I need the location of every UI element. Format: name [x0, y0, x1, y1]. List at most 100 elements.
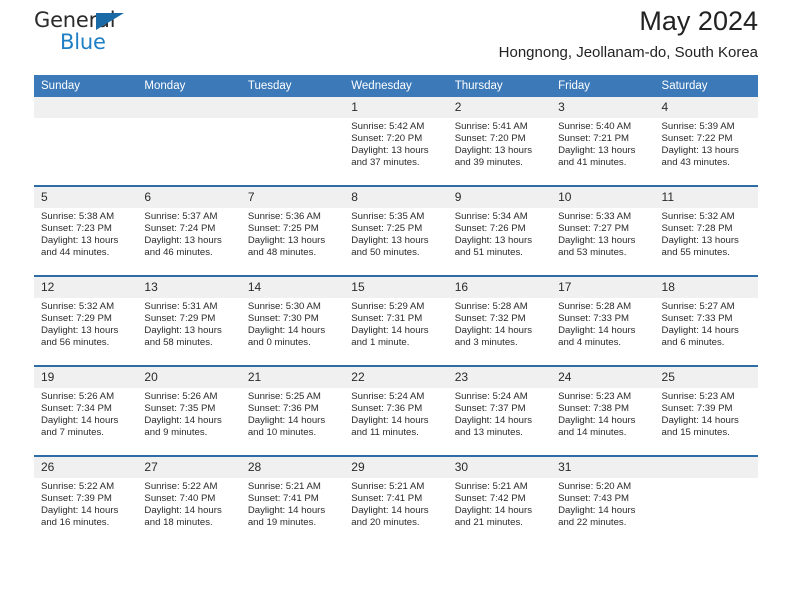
daylight-duration-line1: Daylight: 14 hours: [144, 415, 222, 427]
calendar-day-cell[interactable]: 12 Sunrise: 5:32 AM Sunset: 7:29 PM Dayligh…: [34, 276, 138, 366]
calendar-day-cell[interactable]: 11 Sunrise: 5:32 AM Sunset: 7:28 PM Dayligh…: [654, 186, 758, 276]
sunset-time: Sunset: 7:33 PM: [558, 313, 630, 325]
sunset-time: Sunset: 7:37 PM: [454, 403, 526, 415]
sunrise-time: Sunrise: 5:39 AM: [661, 121, 735, 132]
calendar-day-cell[interactable]: 28 Sunrise: 5:21 AM Sunset: 7:41 PM Dayligh…: [240, 456, 345, 545]
calendar-day-cell[interactable]: 31 Sunrise: 5:20 AM Sunset: 7:43 PM Dayligh…: [551, 456, 655, 545]
day-number: 22: [344, 367, 448, 388]
sunset-time: Sunset: 7:27 PM: [558, 223, 630, 235]
calendar-day-cell[interactable]: 3 Sunrise: 5:40 AM Sunset: 7:21 PM Daylight…: [551, 97, 655, 186]
sunrise-time: Sunrise: 5:26 AM: [41, 391, 115, 402]
day-number: 5: [34, 187, 138, 208]
day-number: 12: [34, 277, 138, 298]
day-sun-info: Sunrise: 5:23 AM Sunset: 7:38 PM Daylight:…: [551, 388, 654, 439]
calendar-day-cell[interactable]: 27 Sunrise: 5:22 AM Sunset: 7:40 PM Dayligh…: [137, 456, 241, 545]
calendar-day-cell[interactable]: 4 Sunrise: 5:39 AM Sunset: 7:22 PM Daylight…: [654, 97, 758, 186]
calendar-day-cell[interactable]: 24 Sunrise: 5:23 AM Sunset: 7:38 PM Dayligh…: [551, 366, 655, 456]
calendar-day-cell[interactable]: 5 Sunrise: 5:38 AM Sunset: 7:23 PM Daylight…: [34, 186, 138, 276]
day-sun-info: Sunrise: 5:21 AM Sunset: 7:41 PM Daylight:…: [241, 478, 344, 529]
day-sun-info: Sunrise: 5:28 AM Sunset: 7:33 PM Daylight:…: [551, 298, 654, 349]
day-number: 8: [344, 187, 448, 208]
sunrise-time: Sunrise: 5:21 AM: [454, 481, 528, 492]
calendar-day-cell[interactable]: 30 Sunrise: 5:21 AM Sunset: 7:42 PM Dayligh…: [447, 456, 552, 545]
day-number: 19: [34, 367, 138, 388]
day-sun-info: Sunrise: 5:26 AM Sunset: 7:35 PM Daylight:…: [137, 388, 240, 439]
daylight-duration-line2: and 41 minutes.: [558, 157, 627, 169]
calendar-day-cell[interactable]: 21 Sunrise: 5:25 AM Sunset: 7:36 PM Dayligh…: [240, 366, 345, 456]
sunrise-time: Sunrise: 5:35 AM: [351, 211, 425, 222]
day-number: 18: [654, 277, 758, 298]
day-sun-info: Sunrise: 5:26 AM Sunset: 7:34 PM Daylight:…: [34, 388, 137, 439]
calendar-week-row: 19 Sunrise: 5:26 AM Sunset: 7:34 PM Dayligh…: [34, 366, 758, 456]
calendar-day-cell[interactable]: 25 Sunrise: 5:23 AM Sunset: 7:39 PM Dayligh…: [654, 366, 758, 456]
sunrise-time: Sunrise: 5:38 AM: [41, 211, 115, 222]
sunset-time: Sunset: 7:38 PM: [558, 403, 630, 415]
weekday-header-tuesday: Tuesday: [240, 75, 345, 97]
day-number: 14: [240, 277, 345, 298]
day-sun-info: Sunrise: 5:22 AM Sunset: 7:40 PM Daylight:…: [137, 478, 240, 529]
calendar-day-cell[interactable]: 14 Sunrise: 5:30 AM Sunset: 7:30 PM Dayligh…: [240, 276, 345, 366]
daylight-duration-line1: Daylight: 14 hours: [454, 505, 533, 517]
daylight-duration-line1: Daylight: 14 hours: [558, 505, 636, 517]
calendar-day-cell[interactable]: 1 Sunrise: 5:42 AM Sunset: 7:20 PM Daylight…: [344, 97, 448, 186]
calendar-week-row: 12 Sunrise: 5:32 AM Sunset: 7:29 PM Dayligh…: [34, 276, 758, 366]
day-sun-info: Sunrise: 5:27 AM Sunset: 7:33 PM Daylight:…: [655, 298, 758, 349]
calendar-day-cell-empty: [137, 97, 241, 186]
sunset-time: Sunset: 7:39 PM: [41, 493, 112, 505]
calendar-day-cell[interactable]: 17 Sunrise: 5:28 AM Sunset: 7:33 PM Dayligh…: [551, 276, 655, 366]
sunset-time: Sunset: 7:29 PM: [41, 313, 112, 325]
daylight-duration-line2: and 16 minutes.: [41, 517, 110, 529]
calendar-day-cell[interactable]: 13 Sunrise: 5:31 AM Sunset: 7:29 PM Dayligh…: [137, 276, 241, 366]
sunrise-time: Sunrise: 5:20 AM: [558, 481, 632, 492]
sunset-time: Sunset: 7:36 PM: [351, 403, 423, 415]
daylight-duration-line1: Daylight: 13 hours: [41, 325, 119, 337]
sunrise-time: Sunrise: 5:41 AM: [454, 121, 528, 132]
day-sun-info: Sunrise: 5:30 AM Sunset: 7:30 PM Daylight:…: [241, 298, 344, 349]
calendar-day-cell[interactable]: 7 Sunrise: 5:36 AM Sunset: 7:25 PM Daylight…: [240, 186, 345, 276]
sunrise-time: Sunrise: 5:21 AM: [247, 481, 321, 492]
day-sun-info: Sunrise: 5:36 AM Sunset: 7:25 PM Daylight:…: [241, 208, 344, 259]
day-number: 26: [34, 457, 138, 478]
calendar-day-cell[interactable]: 19 Sunrise: 5:26 AM Sunset: 7:34 PM Dayligh…: [34, 366, 138, 456]
sunset-time: Sunset: 7:30 PM: [247, 313, 319, 325]
calendar-day-cell[interactable]: 2 Sunrise: 5:41 AM Sunset: 7:20 PM Daylight…: [447, 97, 552, 186]
sunrise-time: Sunrise: 5:34 AM: [454, 211, 528, 222]
calendar-day-cell[interactable]: 26 Sunrise: 5:22 AM Sunset: 7:39 PM Dayligh…: [34, 456, 138, 545]
general-blue-logo[interactable]: General Blue: [34, 10, 154, 58]
daylight-duration-line1: Daylight: 13 hours: [454, 235, 533, 247]
calendar-day-cell[interactable]: 29 Sunrise: 5:21 AM Sunset: 7:41 PM Dayligh…: [344, 456, 448, 545]
calendar-day-cell[interactable]: 8 Sunrise: 5:35 AM Sunset: 7:25 PM Daylight…: [344, 186, 448, 276]
sunrise-time: Sunrise: 5:32 AM: [41, 301, 115, 312]
calendar-day-cell[interactable]: 23 Sunrise: 5:24 AM Sunset: 7:37 PM Dayligh…: [447, 366, 552, 456]
sunset-time: Sunset: 7:42 PM: [454, 493, 526, 505]
sunrise-time: Sunrise: 5:27 AM: [661, 301, 735, 312]
day-number: 16: [447, 277, 552, 298]
calendar-day-cell[interactable]: 18 Sunrise: 5:27 AM Sunset: 7:33 PM Dayligh…: [654, 276, 758, 366]
day-sun-info: Sunrise: 5:22 AM Sunset: 7:39 PM Daylight:…: [34, 478, 137, 529]
daylight-duration-line1: Daylight: 13 hours: [558, 235, 636, 247]
sunrise-time: Sunrise: 5:36 AM: [247, 211, 321, 222]
sunset-time: Sunset: 7:26 PM: [454, 223, 526, 235]
calendar-page: General Blue May 2024 Hongnong, Jeollana…: [0, 0, 792, 612]
calendar-day-cell[interactable]: 9 Sunrise: 5:34 AM Sunset: 7:26 PM Daylight…: [447, 186, 552, 276]
weekday-header-wednesday: Wednesday: [344, 75, 448, 97]
sunset-time: Sunset: 7:22 PM: [661, 133, 733, 145]
daylight-duration-line2: and 39 minutes.: [454, 157, 523, 169]
daylight-duration-line2: and 37 minutes.: [351, 157, 420, 169]
daylight-duration-line1: Daylight: 14 hours: [558, 325, 636, 337]
calendar-day-cell[interactable]: 22 Sunrise: 5:24 AM Sunset: 7:36 PM Dayligh…: [344, 366, 448, 456]
calendar-day-cell-empty: [654, 456, 758, 545]
sunset-time: Sunset: 7:36 PM: [247, 403, 319, 415]
calendar-day-cell[interactable]: 10 Sunrise: 5:33 AM Sunset: 7:27 PM Dayligh…: [551, 186, 655, 276]
calendar-day-cell[interactable]: 15 Sunrise: 5:29 AM Sunset: 7:31 PM Dayligh…: [344, 276, 448, 366]
calendar-day-cell[interactable]: 20 Sunrise: 5:26 AM Sunset: 7:35 PM Dayligh…: [137, 366, 241, 456]
day-number: [34, 97, 138, 118]
calendar-day-cell[interactable]: 16 Sunrise: 5:28 AM Sunset: 7:32 PM Dayligh…: [447, 276, 552, 366]
calendar-day-cell[interactable]: 6 Sunrise: 5:37 AM Sunset: 7:24 PM Daylight…: [137, 186, 241, 276]
calendar-body: 1 Sunrise: 5:42 AM Sunset: 7:20 PM Daylight…: [34, 97, 758, 545]
daylight-duration-line2: and 0 minutes.: [247, 337, 311, 349]
day-sun-info: Sunrise: 5:23 AM Sunset: 7:39 PM Daylight:…: [655, 388, 758, 439]
weekday-header-thursday: Thursday: [447, 75, 552, 97]
sunset-time: Sunset: 7:33 PM: [661, 313, 733, 325]
daylight-duration-line2: and 21 minutes.: [454, 517, 523, 529]
